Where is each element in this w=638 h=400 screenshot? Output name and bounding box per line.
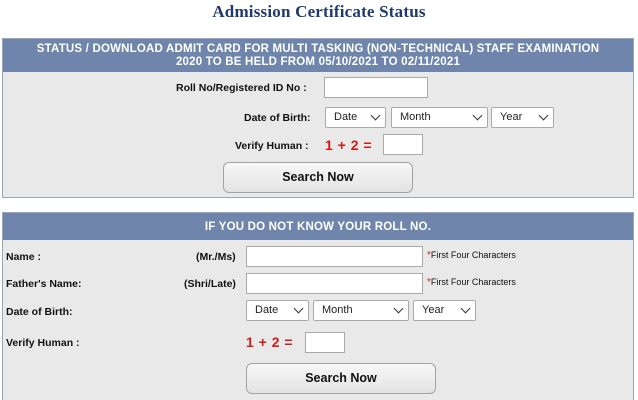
father-name-input[interactable] [246,273,423,294]
name-input[interactable] [246,246,423,267]
chevron-down-icon [460,303,471,314]
dob-year-value: Year [500,111,523,123]
status-header-line1: STATUS / DOWNLOAD ADMIT CARD FOR MULTI T… [36,43,600,55]
dob-year-select[interactable]: Year [491,107,554,128]
chevron-down-icon [293,303,304,314]
father-hint-text: First Four Characters [430,277,516,287]
chevron-down-icon [370,110,381,121]
search-now-button-2[interactable]: Search Now [246,363,436,394]
dob-label: Date of Birth: [244,112,311,124]
page-title: Admission Certificate Status [212,2,426,21]
dob-date-select-2[interactable]: Date [246,300,309,321]
dob-month-select[interactable]: Month [391,107,488,128]
father-name-prefix: (Shri/Late) [184,278,236,290]
dob-month-value-2: Month [322,304,353,316]
search-now-button[interactable]: Search Now [223,162,413,193]
father-name-label: Father's Name: [6,278,82,290]
dob-date-value-2: Date [255,304,279,316]
status-panel-header: STATUS / DOWNLOAD ADMIT CARD FOR MULTI T… [3,39,633,72]
dob-year-value-2: Year [422,304,445,316]
dob-date-select[interactable]: Date [325,107,386,128]
status-header-line2: 2020 TO BE HELD FROM 05/10/2021 TO 02/11… [175,56,461,68]
captcha-question: 1 + 2 = [325,137,373,153]
dob-month-value: Month [400,111,431,123]
dob-date-value: Date [334,111,358,123]
chevron-down-icon [472,110,483,121]
chevron-down-icon [393,303,404,314]
roll-no-input[interactable] [324,77,428,98]
dob-month-select-2[interactable]: Month [313,300,409,321]
chevron-down-icon [538,110,549,121]
verify-human-label-2: Verify Human : [6,337,80,349]
father-name-hint: *First Four Characters [427,277,516,288]
name-hint: *First Four Characters [427,250,516,261]
captcha-question-2: 1 + 2 = [246,334,294,350]
status-download-panel: STATUS / DOWNLOAD ADMIT CARD FOR MULTI T… [2,38,634,198]
name-hint-text: First Four Characters [430,250,516,260]
verify-human-label: Verify Human : [235,140,309,152]
dob-year-select-2[interactable]: Year [413,300,476,321]
roll-lookup-header: IF YOU DO NOT KNOW YOUR ROLL NO. [3,213,633,240]
roll-no-label: Roll No/Registered ID No : [176,82,307,94]
name-label: Name : [6,251,42,263]
roll-lookup-panel: IF YOU DO NOT KNOW YOUR ROLL NO. Name : … [2,212,634,400]
dob-label-2: Date of Birth: [6,306,73,318]
captcha-answer-input[interactable] [383,134,423,155]
name-prefix: (Mr./Ms) [196,251,236,263]
captcha-answer-input-2[interactable] [305,332,345,353]
